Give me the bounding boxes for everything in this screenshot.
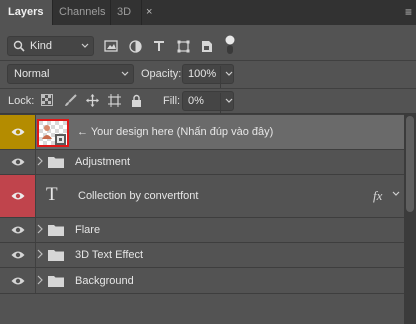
- eye-icon: [11, 128, 24, 136]
- divider: [35, 218, 36, 242]
- folder-icon: [48, 224, 64, 236]
- eye-icon: [11, 226, 24, 234]
- opacity-label: Opacity:: [141, 68, 182, 80]
- blend-row: Normal Opacity: 100%: [0, 61, 416, 89]
- fill-value: 0%: [188, 95, 204, 107]
- lock-icon[interactable]: [129, 93, 143, 107]
- layer-row-flare[interactable]: Flare: [0, 217, 404, 242]
- eye-icon: [11, 192, 24, 200]
- scrollbar-thumb[interactable]: [406, 116, 414, 212]
- folder-icon: [48, 156, 64, 168]
- blend-mode-dropdown[interactable]: Normal: [7, 64, 134, 84]
- tab-divider: [110, 0, 111, 25]
- folder-icon: [48, 275, 64, 287]
- tab-channels[interactable]: Channels: [56, 0, 108, 25]
- visibility-toggle[interactable]: [0, 115, 35, 149]
- pixel-filter-icon[interactable]: [103, 38, 119, 54]
- tab-divider: [141, 0, 142, 25]
- chevron-down-icon: [80, 38, 90, 61]
- visibility-toggle[interactable]: [0, 268, 35, 293]
- layer-thumbnail[interactable]: [37, 119, 69, 147]
- tab-3d[interactable]: 3D: [117, 0, 139, 25]
- fill-label: Fill:: [163, 95, 181, 107]
- folder-icon: [48, 249, 64, 261]
- layers-list: ← Your design here (Nhấn đúp vào đây) Ad…: [0, 114, 404, 294]
- opacity-field[interactable]: 100%: [182, 64, 234, 89]
- chevron-right-icon[interactable]: [37, 156, 43, 169]
- tab-divider: [52, 0, 53, 25]
- chevron-right-icon[interactable]: [37, 224, 43, 237]
- layer-name[interactable]: ← Your design here (Nhấn đúp vào đây): [77, 126, 273, 138]
- eye-icon: [11, 158, 24, 166]
- shape-filter-icon[interactable]: [175, 38, 191, 54]
- close-icon[interactable]: ×: [146, 0, 152, 25]
- smart-object-filter-icon[interactable]: [199, 38, 215, 54]
- layer-name[interactable]: Adjustment: [75, 156, 130, 168]
- chevron-down-icon[interactable]: [220, 66, 234, 89]
- layer-row-3d-text-effect[interactable]: 3D Text Effect: [0, 242, 404, 267]
- layer-name[interactable]: 3D Text Effect: [75, 249, 143, 261]
- adjustment-filter-icon[interactable]: [127, 38, 143, 54]
- divider: [35, 175, 36, 217]
- fx-icon[interactable]: fx: [373, 188, 382, 204]
- divider: [35, 115, 36, 149]
- layer-name[interactable]: Background: [75, 275, 134, 287]
- brush-icon[interactable]: [63, 93, 77, 107]
- text-layer-icon: T: [46, 184, 58, 205]
- chevron-right-icon[interactable]: [37, 249, 43, 262]
- lock-row: Lock: Fill: 0%: [0, 89, 416, 116]
- search-icon: [13, 40, 25, 52]
- tab-layers[interactable]: Layers: [0, 0, 52, 25]
- visibility-toggle[interactable]: [0, 175, 35, 217]
- artboard-lock-icon[interactable]: [107, 93, 121, 107]
- panel-tab-bar: Layers Channels 3D × ≡: [0, 0, 416, 25]
- divider: [35, 243, 36, 267]
- blend-mode-value: Normal: [14, 68, 50, 80]
- filter-kind-label: Kind: [30, 40, 53, 52]
- filter-toggle-icon[interactable]: [223, 34, 237, 56]
- layer-row-background[interactable]: Background: [0, 267, 404, 294]
- panel-menu-icon[interactable]: ≡: [405, 0, 412, 25]
- eye-icon: [11, 251, 24, 259]
- layer-name[interactable]: Collection by convertfont: [78, 190, 198, 202]
- filter-kind-dropdown[interactable]: Kind: [7, 36, 94, 56]
- eye-icon: [11, 277, 24, 284]
- visibility-toggle[interactable]: [0, 218, 35, 242]
- filter-row: Kind: [0, 25, 416, 63]
- layer-row-collection-text[interactable]: T Collection by convertfont fx: [0, 174, 404, 217]
- layer-row-adjustment[interactable]: Adjustment: [0, 149, 404, 174]
- opacity-value: 100%: [188, 68, 217, 80]
- move-icon[interactable]: [85, 93, 99, 107]
- lock-label: Lock:: [8, 95, 35, 107]
- lock-transparent-pixels-icon[interactable]: [40, 93, 54, 107]
- chevron-right-icon[interactable]: [37, 275, 43, 288]
- divider: [35, 150, 36, 174]
- layer-row-your-design[interactable]: ← Your design here (Nhấn đúp vào đây): [0, 114, 404, 149]
- visibility-toggle[interactable]: [0, 243, 35, 267]
- type-filter-icon[interactable]: [151, 38, 167, 54]
- chevron-down-icon: [120, 66, 130, 89]
- chevron-down-icon[interactable]: [391, 189, 401, 202]
- layer-name[interactable]: Flare: [75, 224, 100, 236]
- visibility-toggle[interactable]: [0, 150, 35, 174]
- divider: [35, 268, 36, 293]
- fill-field[interactable]: 0%: [182, 91, 234, 116]
